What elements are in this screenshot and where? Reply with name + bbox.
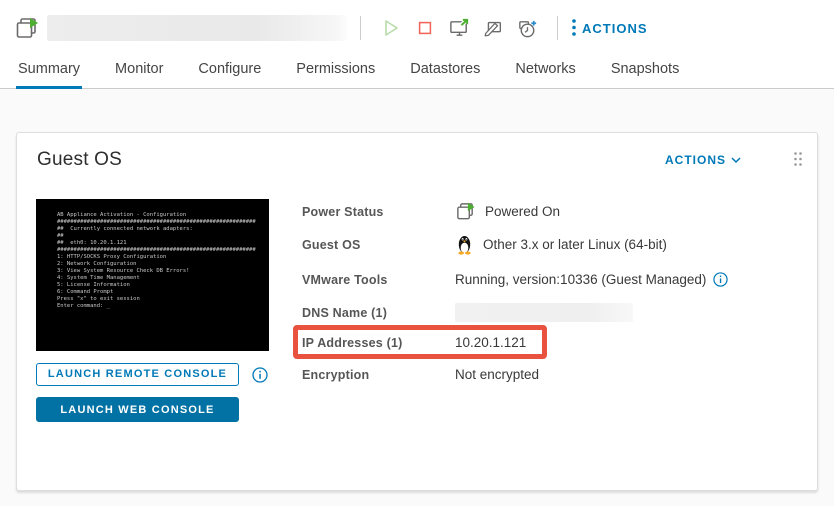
ip-address-value: 10.20.1.121 bbox=[455, 335, 526, 350]
toolbar-actions-label: ACTIONS bbox=[582, 21, 648, 36]
kebab-menu-icon bbox=[571, 18, 577, 38]
card-title: Guest OS bbox=[37, 149, 122, 171]
power-status-row: Power Status Powered On bbox=[302, 201, 817, 222]
tab-networks[interactable]: Networks bbox=[513, 61, 577, 89]
dns-name-redacted bbox=[455, 303, 633, 322]
power-status-value: Powered On bbox=[485, 204, 560, 219]
summary-content: Guest OS ACTIONS AB Appliance Activation bbox=[0, 89, 834, 506]
drag-handle-icon[interactable] bbox=[793, 151, 803, 170]
console-preview-thumbnail[interactable]: AB Appliance Activation - Configuration … bbox=[36, 199, 269, 351]
launch-console-icon[interactable] bbox=[447, 16, 471, 40]
vm-toolbar: ACTIONS bbox=[0, 0, 834, 56]
launch-web-console-button[interactable]: LAUNCH WEB CONSOLE bbox=[36, 397, 239, 422]
encryption-value: Not encrypted bbox=[455, 367, 539, 382]
powered-on-icon bbox=[455, 201, 476, 222]
power-off-icon[interactable] bbox=[413, 16, 437, 40]
info-icon[interactable] bbox=[712, 272, 728, 288]
guest-os-card-body: AB Appliance Activation - Configuration … bbox=[17, 171, 817, 422]
tab-datastores[interactable]: Datastores bbox=[408, 61, 482, 89]
launch-remote-console-button[interactable]: LAUNCH REMOTE CONSOLE bbox=[36, 363, 239, 386]
dns-name-row: DNS Name (1) bbox=[302, 302, 817, 323]
edit-settings-icon[interactable] bbox=[481, 16, 505, 40]
console-column: AB Appliance Activation - Configuration … bbox=[36, 199, 269, 422]
guest-os-card-header: Guest OS ACTIONS bbox=[17, 133, 817, 171]
info-icon[interactable] bbox=[252, 367, 268, 383]
vmware-tools-row: VMware Tools Running, version:10336 (Gue… bbox=[302, 269, 817, 290]
tab-snapshots[interactable]: Snapshots bbox=[609, 61, 682, 89]
toolbar-divider bbox=[557, 16, 558, 40]
toolbar-divider bbox=[360, 16, 361, 40]
tab-configure[interactable]: Configure bbox=[196, 61, 263, 89]
linux-penguin-icon bbox=[455, 234, 474, 255]
guest-os-card: Guest OS ACTIONS AB Appliance Activation bbox=[16, 132, 818, 491]
guest-os-value: Other 3.x or later Linux (64-bit) bbox=[483, 237, 667, 252]
guest-os-row: Guest OS bbox=[302, 234, 817, 255]
tab-permissions[interactable]: Permissions bbox=[294, 61, 377, 89]
chevron-down-icon bbox=[731, 157, 741, 163]
guest-os-details: Power Status Powered On Guest bbox=[302, 199, 817, 422]
ip-addresses-row: IP Addresses (1) 10.20.1.121 bbox=[302, 332, 817, 353]
vm-tabs: Summary Monitor Configure Permissions Da… bbox=[0, 56, 834, 89]
encryption-row: Encryption Not encrypted bbox=[302, 364, 817, 385]
tab-monitor[interactable]: Monitor bbox=[113, 61, 165, 89]
card-actions-dropdown[interactable]: ACTIONS bbox=[665, 153, 741, 167]
vm-icon bbox=[14, 15, 40, 41]
power-on-icon[interactable] bbox=[379, 16, 403, 40]
vmware-tools-value: Running, version:10336 (Guest Managed) bbox=[455, 272, 706, 287]
tab-summary[interactable]: Summary bbox=[16, 61, 82, 89]
schedule-task-icon[interactable] bbox=[515, 16, 539, 40]
toolbar-actions-menu[interactable]: ACTIONS bbox=[571, 18, 648, 38]
vm-name-redacted bbox=[47, 15, 347, 41]
